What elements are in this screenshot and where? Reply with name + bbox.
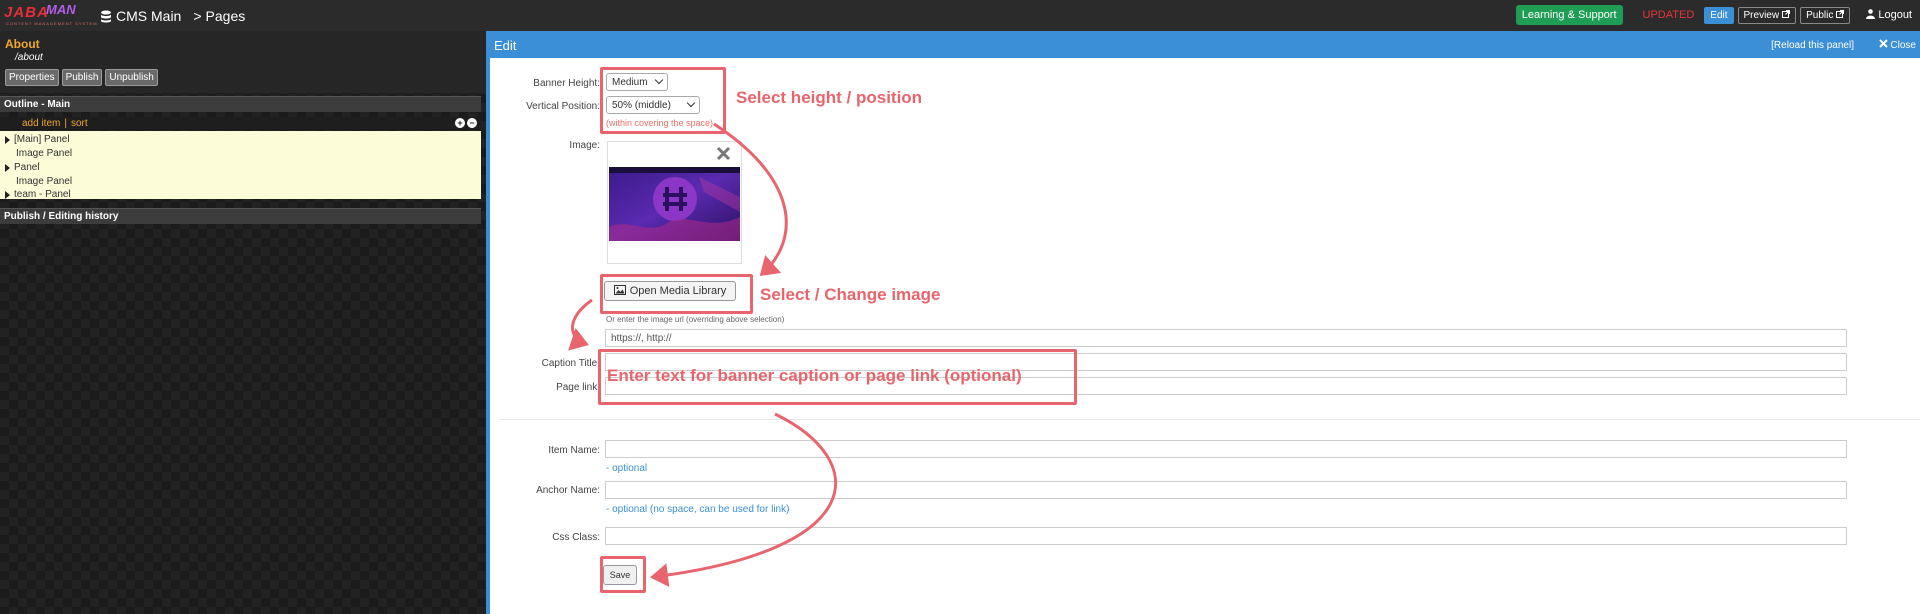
caption-title-label: Caption Title: <box>541 358 600 369</box>
top-actions: Learning & Support UPDATED Edit Preview … <box>1515 5 1920 25</box>
image-label: Image: <box>569 140 600 151</box>
item-name-label: Item Name: <box>548 445 600 456</box>
annotation-height-position: Select height / position <box>736 88 923 107</box>
css-class-input[interactable] <box>605 527 1847 545</box>
edit-header: Edit [Reload this panel] Close <box>490 31 1920 58</box>
link-separator: | <box>64 118 67 129</box>
logout-button[interactable]: Logout <box>1866 8 1912 22</box>
outline-tree: [Main] Panel Image Panel Panel Image Pan… <box>0 131 481 200</box>
item-name-hint: - optional <box>606 463 648 474</box>
annotation-change-image: Select / Change image <box>760 285 941 304</box>
breadcrumb: CMS Main > Pages <box>100 8 245 24</box>
database-icon <box>100 10 112 23</box>
publish-button[interactable]: Publish <box>61 69 103 86</box>
external-link-icon <box>1782 9 1791 21</box>
highlight-box-media <box>600 274 753 314</box>
expand-arrow-icon[interactable] <box>5 190 10 199</box>
divider <box>500 419 1920 420</box>
user-icon <box>1866 8 1876 22</box>
breadcrumb-separator: > <box>193 8 202 24</box>
page-actions: Properties Publish Unpublish <box>5 69 158 86</box>
properties-button[interactable]: Properties <box>5 69 59 86</box>
page-title: About <box>5 37 40 51</box>
image-url-note: Or enter the image url (overriding above… <box>606 315 785 324</box>
tree-item[interactable]: Panel <box>5 162 40 173</box>
left-panel: About /about Properties Publish Unpublis… <box>0 31 486 614</box>
close-button[interactable]: Close <box>1879 39 1916 51</box>
page-path: /about <box>15 52 43 63</box>
page-header: About /about Properties Publish Unpublis… <box>0 31 486 93</box>
preview-label: Preview <box>1743 9 1780 21</box>
tree-item[interactable]: Image Panel <box>16 176 72 187</box>
expand-arrow-icon[interactable] <box>5 163 10 172</box>
edit-title: Edit <box>494 38 517 53</box>
vertical-position-label: Vertical Position: <box>526 101 600 112</box>
expand-all-icon[interactable]: + <box>455 118 465 128</box>
close-label: Close <box>1890 39 1916 51</box>
close-icon <box>1879 39 1889 51</box>
anchor-name-label: Anchor Name: <box>536 485 600 496</box>
anchor-name-input[interactable] <box>605 481 1847 499</box>
css-class-label: Css Class: <box>552 532 600 543</box>
reload-panel-link[interactable]: [Reload this panel] <box>1771 40 1854 51</box>
cms-main-link[interactable]: CMS Main <box>116 8 181 24</box>
tree-item-label: team - Panel <box>14 189 71 200</box>
public-button[interactable]: Public <box>1800 6 1851 24</box>
tree-item-label: Image Panel <box>16 176 73 187</box>
pages-link[interactable]: Pages <box>206 8 246 24</box>
banner-height-label: Banner Height: <box>533 78 600 89</box>
add-item-link[interactable]: add item <box>22 118 60 129</box>
sort-link[interactable]: sort <box>71 118 88 129</box>
page-link-label: Page link: <box>556 382 600 393</box>
tree-item-label: [Main] Panel <box>14 134 70 145</box>
top-bar: JABA MAN CONTENT MANAGEMENT SYSTEM CMS M… <box>0 0 1920 31</box>
item-name-input[interactable] <box>605 440 1847 458</box>
tree-item-label: Image Panel <box>16 148 73 159</box>
public-label: Public <box>1806 9 1834 21</box>
outline-toolbar: add item | sort + − <box>0 117 481 130</box>
logo-accent: MAN <box>46 2 76 17</box>
expand-collapse: + − <box>455 118 477 128</box>
logo-tagline: CONTENT MANAGEMENT SYSTEM <box>6 21 98 26</box>
updated-status: UPDATED <box>1642 9 1695 21</box>
edit-button[interactable]: Edit <box>1704 6 1734 24</box>
expand-arrow-icon[interactable] <box>5 135 10 144</box>
learning-support-button[interactable]: Learning & Support <box>1515 5 1623 25</box>
external-link-icon <box>1836 9 1845 21</box>
unpublish-button[interactable]: Unpublish <box>105 69 158 86</box>
close-icon[interactable] <box>716 146 731 161</box>
preview-button[interactable]: Preview <box>1737 6 1797 24</box>
history-header[interactable]: Publish / Editing history <box>0 208 481 224</box>
image-url-input[interactable]: https://, http:// <box>605 329 1847 347</box>
logout-label: Logout <box>1878 9 1912 21</box>
tree-item[interactable]: [Main] Panel <box>5 134 70 145</box>
highlight-box-height-position <box>600 67 726 134</box>
annotation-caption-link: Enter text for banner caption or page li… <box>607 366 1022 385</box>
logo-main: JABA <box>4 4 49 21</box>
image-preview-box <box>607 141 742 264</box>
highlight-box-save <box>600 556 646 593</box>
logo[interactable]: JABA MAN CONTENT MANAGEMENT SYSTEM <box>2 2 98 28</box>
outline-header: Outline - Main <box>0 96 481 112</box>
banner-image-thumbnail <box>609 167 740 241</box>
tree-item[interactable]: Image Panel <box>16 148 72 159</box>
collapse-all-icon[interactable]: − <box>467 118 477 128</box>
tree-item-label: Panel <box>14 162 40 173</box>
anchor-name-hint: - optional (no space, can be used for li… <box>606 504 790 515</box>
tree-item[interactable]: team - Panel <box>5 189 71 200</box>
